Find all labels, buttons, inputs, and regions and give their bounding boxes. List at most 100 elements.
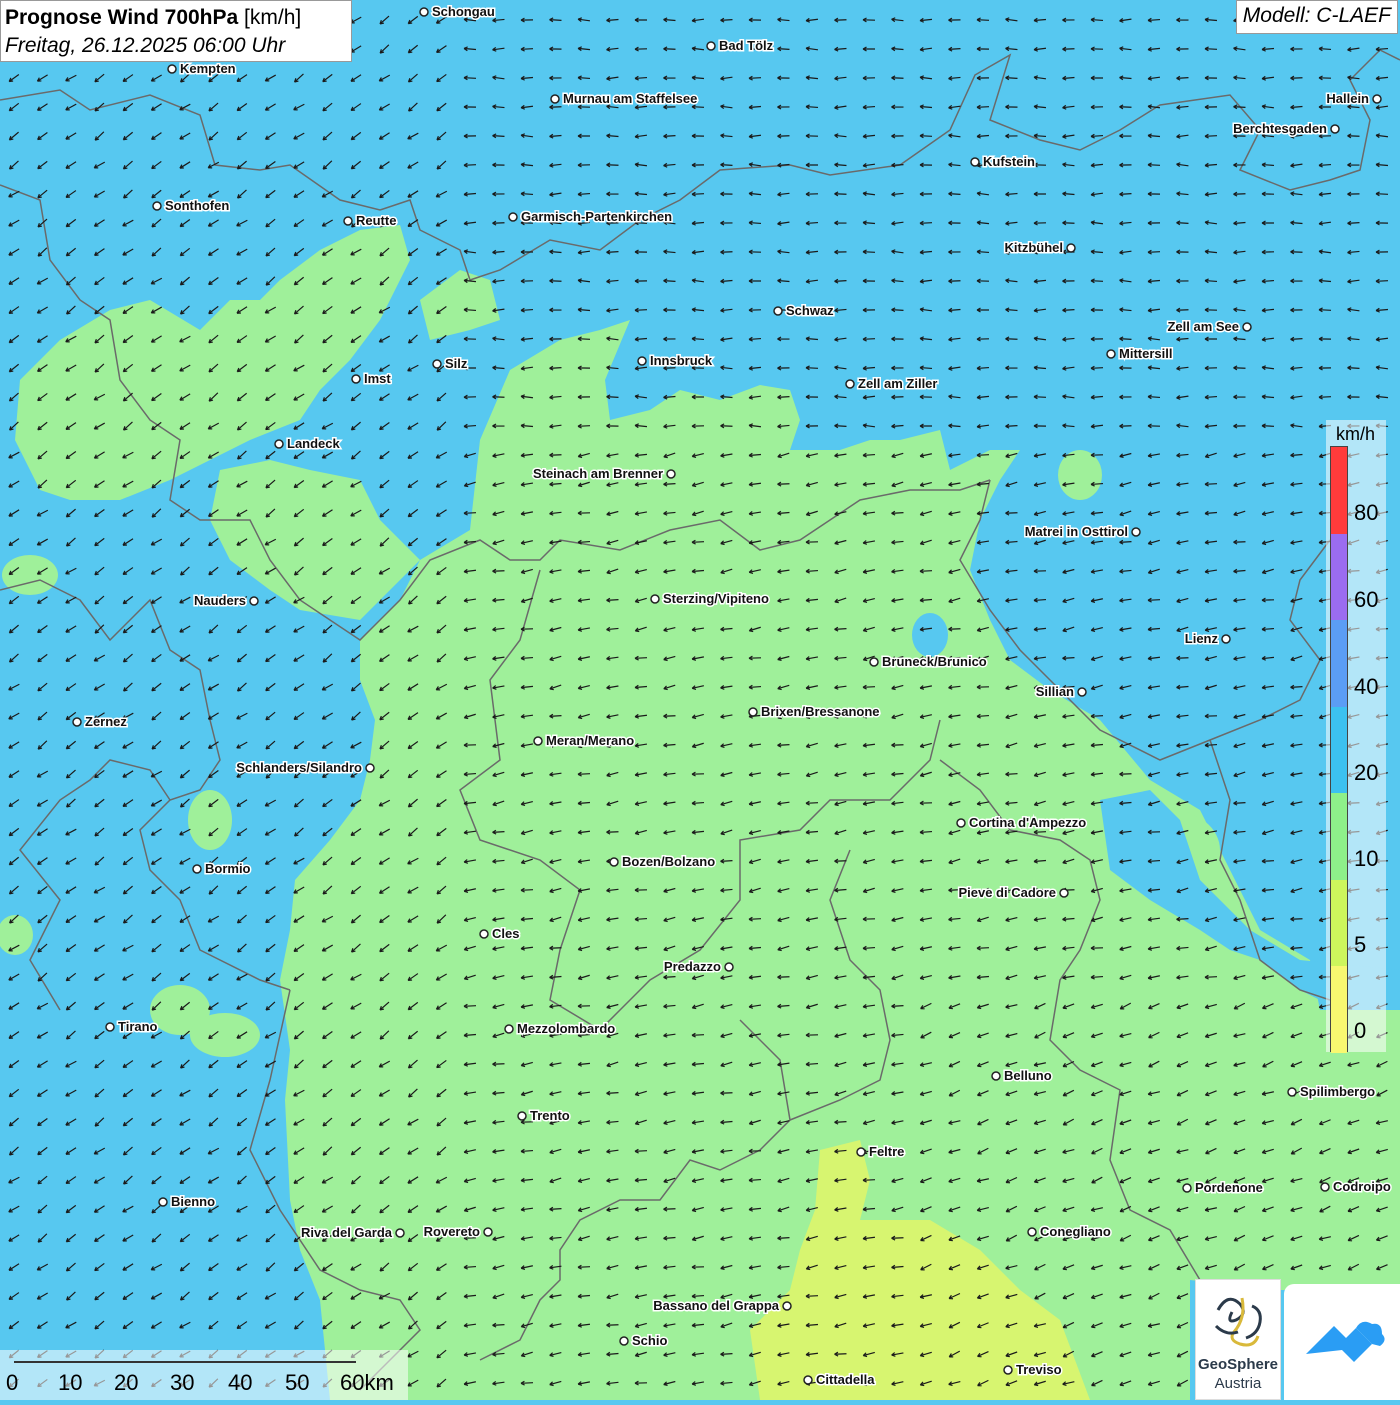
city-marker <box>395 1228 405 1238</box>
city-label: Bruneck/Brunico <box>882 654 987 669</box>
city-marker <box>1320 1182 1330 1192</box>
legend-tick-label: 20 <box>1354 760 1379 785</box>
city-marker <box>1077 687 1087 697</box>
title-unit: [km/h] <box>244 6 302 29</box>
city-label: Zernez <box>85 714 127 729</box>
app-logo <box>1284 1284 1400 1400</box>
city-label: Bienno <box>171 1194 215 1209</box>
geosphere-country: Austria <box>1214 1375 1262 1392</box>
city-marker <box>365 763 375 773</box>
city-marker <box>152 201 162 211</box>
city-label: Bassano del Grappa <box>653 1298 779 1313</box>
city-label: Bozen/Bolzano <box>622 854 715 869</box>
city-marker <box>773 306 783 316</box>
scale-label: 20 <box>114 1370 139 1395</box>
legend-tick-label: 0 <box>1354 1018 1367 1043</box>
scale-label: 60km <box>340 1370 394 1395</box>
legend-color-segment <box>1331 706 1347 793</box>
city-label: Belluno <box>1004 1068 1052 1083</box>
city-marker <box>803 1375 813 1385</box>
city-label: Pordenone <box>1195 1180 1263 1195</box>
city-marker <box>706 41 716 51</box>
legend-color-segment <box>1331 879 1347 966</box>
city-label: Pieve di Cadore <box>958 885 1056 900</box>
city-label: Schongau <box>432 4 495 19</box>
city-label: Silz <box>445 356 468 371</box>
city-marker <box>1372 94 1382 104</box>
legend-color-segment <box>1331 533 1347 620</box>
city-marker <box>432 359 442 369</box>
city-marker <box>105 1022 115 1032</box>
city-marker <box>1059 888 1069 898</box>
city-label: Predazzo <box>664 959 721 974</box>
city-marker <box>158 1197 168 1207</box>
city-marker <box>550 94 560 104</box>
city-label: Rovereto <box>424 1224 480 1239</box>
city-label: Steinach am Brenner <box>533 466 663 481</box>
wind-zone-green-w4 <box>190 1013 260 1057</box>
scale-label: 50 <box>285 1370 310 1395</box>
legend-color-segment <box>1331 966 1347 1053</box>
legend-color-segment <box>1331 447 1347 534</box>
city-marker <box>619 1336 629 1346</box>
city-label: Codroipo <box>1333 1179 1391 1194</box>
city-label: Feltre <box>869 1144 904 1159</box>
city-label: Garmisch-Partenkirchen <box>521 209 672 224</box>
wind-zone-green-e1 <box>1058 450 1102 500</box>
legend-tick-label: 10 <box>1354 846 1379 871</box>
city-label: Berchtesgaden <box>1233 121 1327 136</box>
city-label: Landeck <box>287 436 341 451</box>
city-label: Mittersill <box>1119 346 1172 361</box>
city-label: Kempten <box>180 61 236 76</box>
legend-tick-label: 60 <box>1354 587 1379 612</box>
city-marker <box>1027 1227 1037 1237</box>
city-label: Nauders <box>194 593 246 608</box>
city-label: Murnau am Staffelsee <box>563 91 697 106</box>
city-marker <box>748 707 758 717</box>
city-marker <box>956 818 966 828</box>
city-marker <box>274 439 284 449</box>
city-label: Conegliano <box>1040 1224 1111 1239</box>
wind-map: Schongau Bad Tölz Kempten Murnau am Staffel… <box>0 0 1400 1400</box>
city-marker <box>724 962 734 972</box>
city-marker <box>650 594 660 604</box>
city-marker <box>72 717 82 727</box>
legend-tick-label: 80 <box>1354 500 1379 525</box>
city-marker <box>419 7 429 17</box>
scale-bar: 0 10 20 30 40 50 60km <box>0 1350 408 1400</box>
city-label: Lienz <box>1185 631 1219 646</box>
city-marker <box>517 1111 527 1121</box>
city-label: Innsbruck <box>650 353 713 368</box>
legend-color-segment <box>1331 620 1347 707</box>
city-marker <box>504 1024 514 1034</box>
city-marker <box>970 157 980 167</box>
geosphere-swirl-icon <box>1214 1297 1262 1347</box>
city-marker <box>479 929 489 939</box>
legend-tick-label: 40 <box>1354 674 1379 699</box>
city-label: Zell am Ziller <box>858 376 937 391</box>
legend-color-segment <box>1331 793 1347 880</box>
city-label: Spilimbergo <box>1300 1084 1375 1099</box>
city-label: Schlanders/Silandro <box>236 760 362 775</box>
city-marker <box>351 374 361 384</box>
city-label: Bormio <box>205 861 251 876</box>
city-label: Schwaz <box>786 303 834 318</box>
scale-label: 0 <box>6 1370 19 1395</box>
wind-zone-green-w2 <box>188 790 232 850</box>
city-label: Bad Tölz <box>719 38 774 53</box>
title-text: Prognose Wind 700hPa <box>5 6 239 29</box>
city-label: Imst <box>364 371 391 386</box>
geosphere-logo: GeoSphere Austria <box>1195 1279 1281 1400</box>
map-title: Prognose Wind 700hPa [km/h] <box>5 4 347 32</box>
legend-tick-label: 5 <box>1354 932 1367 957</box>
city-label: Kufstein <box>983 154 1035 169</box>
city-marker <box>483 1227 493 1237</box>
city-label: Cles <box>492 926 519 941</box>
model-label: Modell: C-LAEF <box>1235 0 1398 34</box>
city-marker <box>637 356 647 366</box>
city-marker <box>1330 124 1340 134</box>
city-marker <box>167 64 177 74</box>
city-marker <box>533 736 543 746</box>
city-label: Trento <box>530 1108 570 1123</box>
city-marker <box>869 657 879 667</box>
